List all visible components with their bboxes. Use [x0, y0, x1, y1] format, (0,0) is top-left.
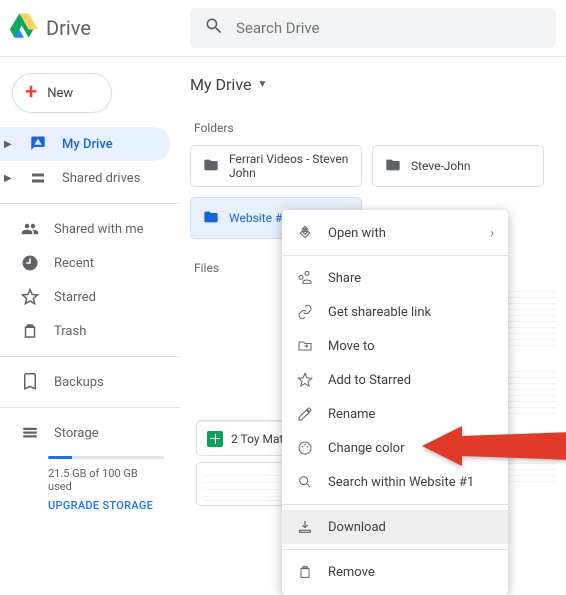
- palette-icon: [296, 440, 314, 456]
- move-icon: [296, 338, 314, 354]
- sidebar-item-label: Trash: [54, 324, 86, 339]
- open-with-icon: [296, 225, 314, 241]
- breadcrumb-label: My Drive: [190, 75, 251, 94]
- sidebar-item-label: Backups: [54, 375, 104, 390]
- folder-shared-icon: [203, 209, 219, 228]
- clock-icon: [20, 254, 40, 272]
- sheets-icon: [207, 431, 223, 447]
- app-name: Drive: [46, 16, 91, 40]
- context-menu: Open with › Share Get shareable link Mov…: [282, 210, 508, 595]
- search-input[interactable]: [236, 19, 542, 37]
- share-icon: [296, 270, 314, 286]
- shared-drives-icon: [28, 169, 48, 187]
- star-icon: [20, 288, 40, 306]
- drive-logo-icon: [10, 12, 38, 44]
- new-button[interactable]: + New: [12, 73, 112, 113]
- sidebar-item-backups[interactable]: Backups: [0, 365, 180, 399]
- sidebar-item-label: Starred: [54, 290, 96, 305]
- my-drive-icon: [28, 135, 48, 153]
- menu-move-to[interactable]: Move to: [282, 329, 508, 363]
- sidebar-item-shared-with-me[interactable]: Shared with me: [0, 212, 180, 246]
- menu-open-with[interactable]: Open with ›: [282, 216, 508, 250]
- breadcrumb[interactable]: My Drive ▼: [190, 69, 556, 99]
- storage-bar: [48, 456, 164, 459]
- pencil-icon: [296, 406, 314, 422]
- sidebar-item-my-drive[interactable]: ▶ My Drive: [0, 127, 170, 161]
- sidebar-item-trash[interactable]: Trash: [0, 314, 180, 348]
- menu-add-star[interactable]: Add to Starred: [282, 363, 508, 397]
- folder-name: Steve-John: [411, 159, 470, 173]
- link-icon: [296, 304, 314, 320]
- menu-share[interactable]: Share: [282, 261, 508, 295]
- sidebar-item-label: Shared drives: [62, 171, 140, 186]
- sidebar-item-storage[interactable]: Storage: [0, 416, 180, 450]
- chevron-right-icon: ▶: [4, 173, 14, 184]
- annotation-arrow: [422, 418, 566, 478]
- search-icon: [204, 16, 224, 40]
- folder-shared-icon: [385, 157, 401, 176]
- file-name: 2 Toy Mat: [231, 432, 283, 446]
- menu-get-link[interactable]: Get shareable link: [282, 295, 508, 329]
- sidebar-item-recent[interactable]: Recent: [0, 246, 180, 280]
- folder-name: Ferrari Videos - Steven John: [229, 152, 349, 180]
- sidebar-item-shared-drives[interactable]: ▶ Shared drives: [0, 161, 180, 195]
- people-icon: [20, 220, 40, 238]
- chevron-right-icon: ›: [490, 226, 494, 240]
- sidebar-item-label: My Drive: [62, 137, 113, 152]
- sidebar-item-label: Storage: [54, 426, 99, 441]
- trash-icon: [296, 564, 314, 580]
- trash-icon: [20, 322, 40, 340]
- storage-used-text: 21.5 GB of 100 GB used: [48, 467, 164, 493]
- sidebar-item-label: Shared with me: [54, 222, 144, 237]
- storage-icon: [20, 424, 40, 442]
- menu-remove[interactable]: Remove: [282, 555, 508, 589]
- folders-section-label: Folders: [194, 121, 556, 135]
- folder-shared-icon: [203, 157, 219, 176]
- search-bar[interactable]: [190, 8, 556, 48]
- sidebar-item-label: Recent: [54, 256, 94, 271]
- plus-icon: +: [25, 82, 37, 104]
- star-icon: [296, 372, 314, 388]
- chevron-down-icon: ▼: [257, 79, 267, 90]
- menu-download[interactable]: Download: [282, 510, 508, 544]
- backup-icon: [20, 373, 40, 391]
- chevron-right-icon: ▶: [4, 139, 14, 150]
- search-icon: [296, 474, 314, 490]
- download-icon: [296, 519, 314, 535]
- folder-name: Website #1: [229, 211, 289, 225]
- sidebar-item-starred[interactable]: Starred: [0, 280, 180, 314]
- folder-item[interactable]: Steve-John: [372, 145, 544, 187]
- folder-item[interactable]: Ferrari Videos - Steven John: [190, 145, 362, 187]
